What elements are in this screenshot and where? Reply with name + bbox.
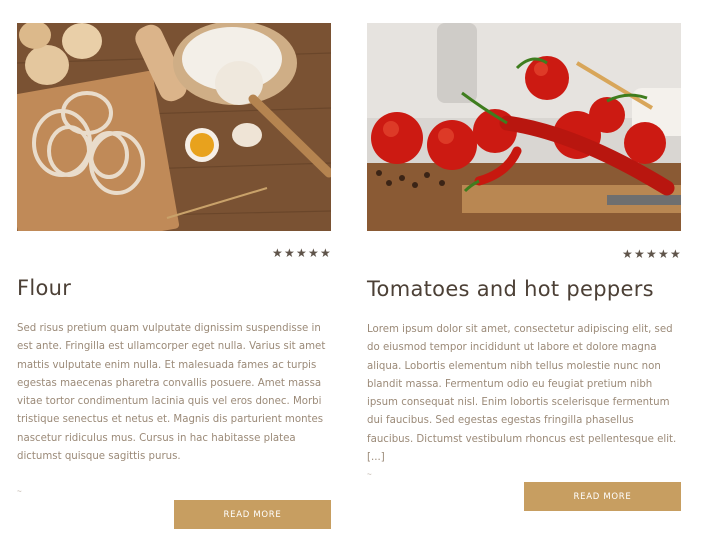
- recipe-title[interactable]: Tomatoes and hot peppers: [367, 277, 654, 301]
- star-icon: ★: [320, 246, 331, 260]
- recipe-title[interactable]: Flour: [17, 276, 71, 300]
- recipe-image-tomatoes[interactable]: [367, 23, 681, 231]
- recipe-excerpt: Sed risus pretium quam vulputate digniss…: [17, 323, 326, 463]
- recipe-image-flour[interactable]: [17, 23, 331, 231]
- recipe-meta: ~: [17, 487, 22, 496]
- recipe-meta: ~: [367, 470, 372, 479]
- star-icon: ★: [308, 246, 319, 260]
- star-icon: ★: [634, 247, 645, 261]
- star-icon: ★: [296, 246, 307, 260]
- star-icon: ★: [658, 247, 669, 261]
- rating-stars: ★ ★ ★ ★ ★: [622, 247, 681, 261]
- star-icon: ★: [646, 247, 657, 261]
- read-more-button[interactable]: READ MORE: [174, 500, 331, 529]
- star-icon: ★: [272, 246, 283, 260]
- star-icon: ★: [622, 247, 633, 261]
- read-more-button[interactable]: READ MORE: [524, 482, 681, 511]
- rating-stars: ★ ★ ★ ★ ★: [272, 246, 331, 260]
- star-icon: ★: [284, 246, 295, 260]
- star-icon: ★: [670, 247, 681, 261]
- recipe-excerpt: Lorem ipsum dolor sit amet, consectetur …: [367, 324, 677, 464]
